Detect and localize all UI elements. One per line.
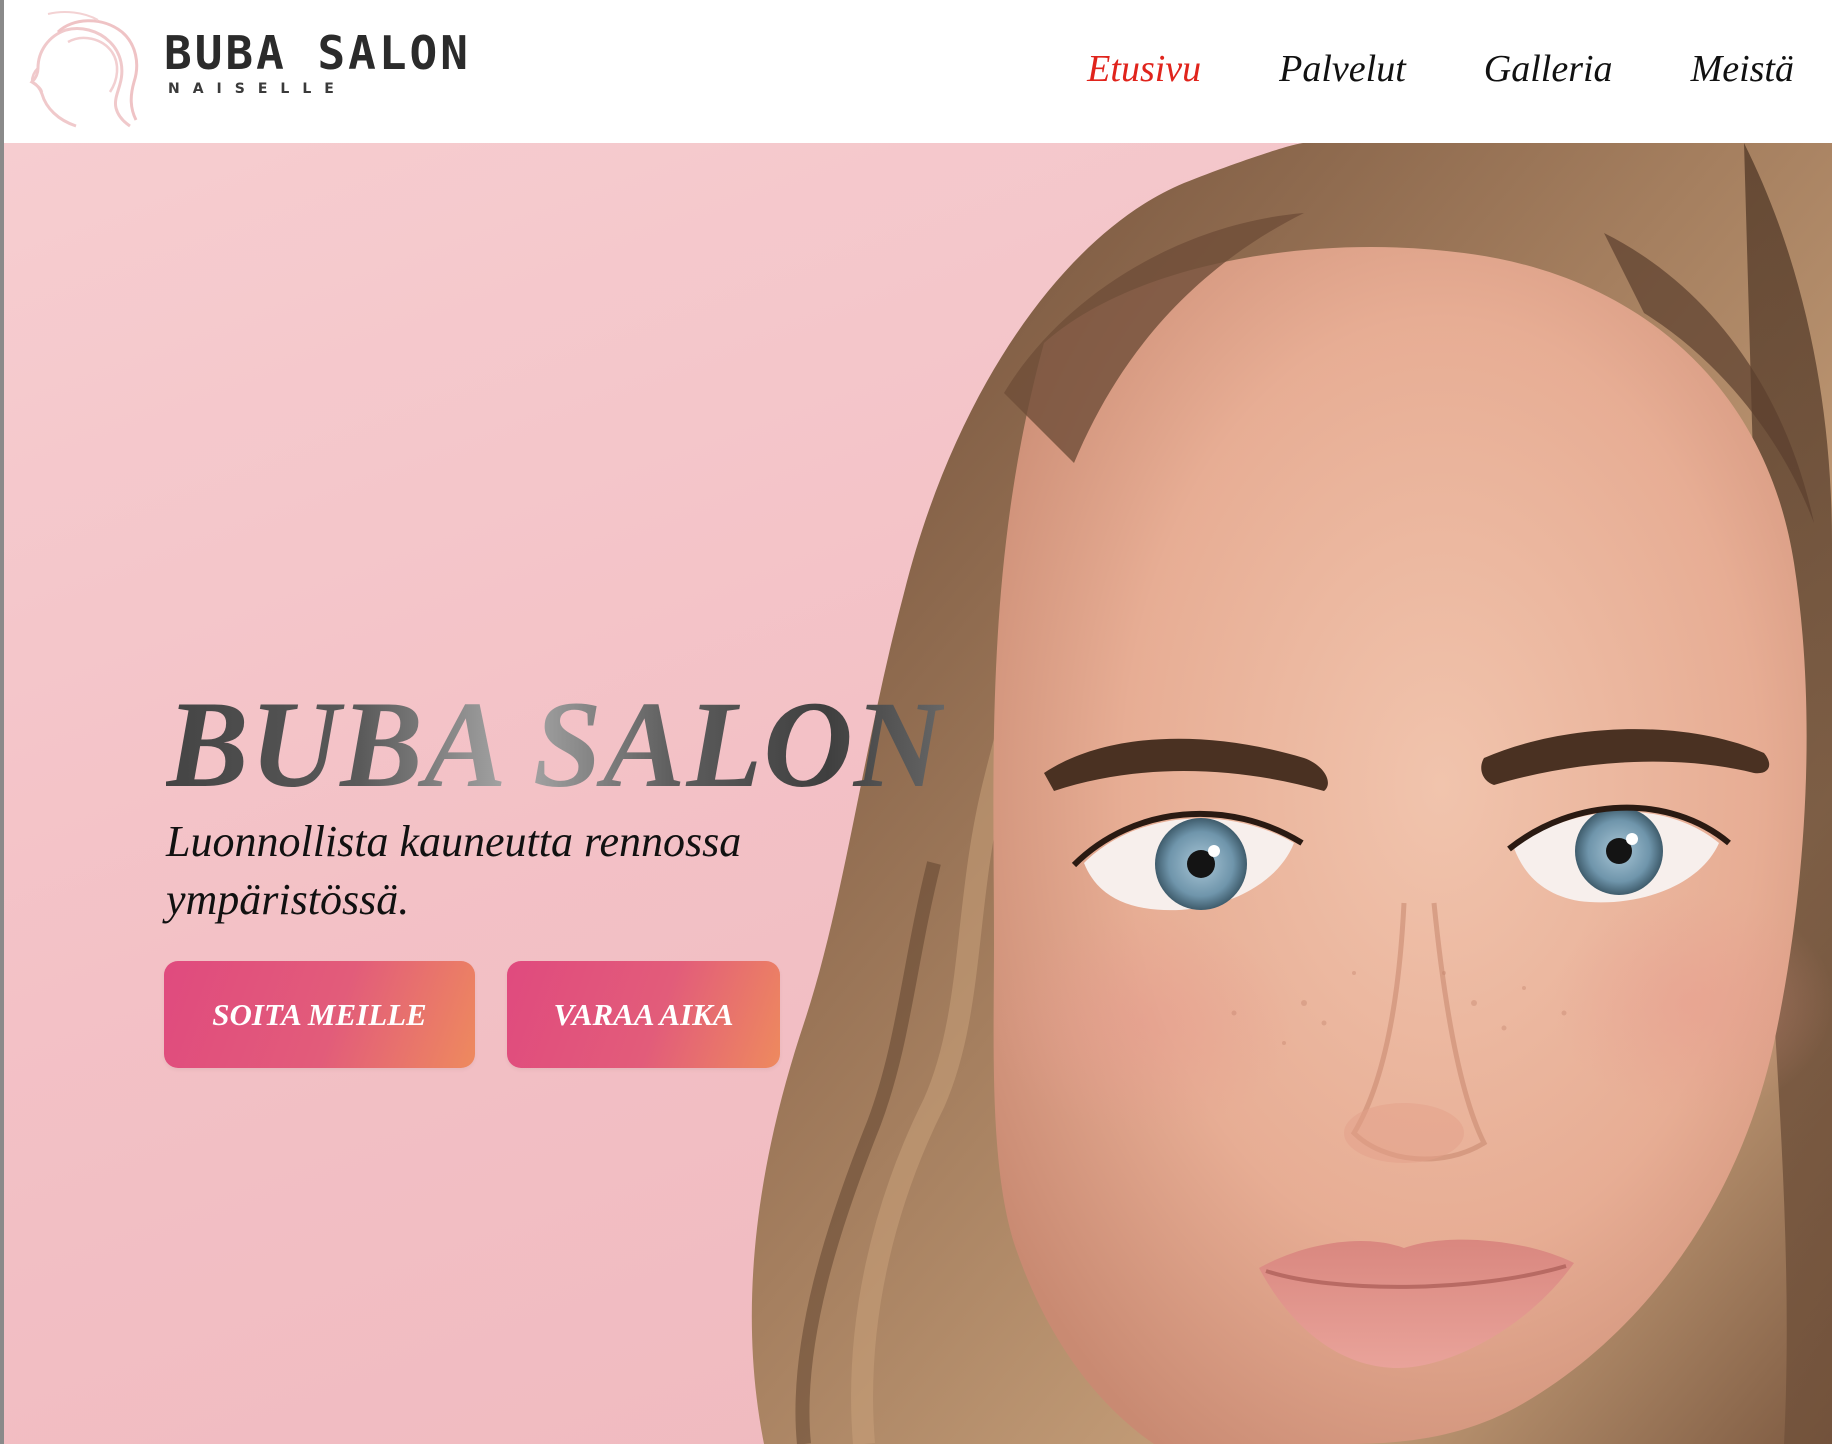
nav-item-palvelut[interactable]: Palvelut	[1279, 47, 1406, 91]
hero-title: BUBA SALON	[166, 676, 945, 813]
hero-section: BUBA SALON Luonnollista kauneutta rennos…	[4, 143, 1832, 1444]
logo-title[interactable]: BUBA SALON	[164, 30, 471, 76]
book-appointment-button[interactable]: VARAA AIKA	[507, 961, 780, 1068]
nav-item-galleria[interactable]: Galleria	[1484, 47, 1613, 91]
logo-subtitle: NAISELLE	[168, 81, 347, 97]
nav-item-etusivu[interactable]: Etusivu	[1087, 47, 1201, 91]
main-nav: Etusivu Palvelut Galleria Meistä	[1087, 44, 1832, 94]
hero-subtitle: Luonnollista kauneutta rennossa ympärist…	[166, 817, 742, 924]
site-header: BUBA SALON NAISELLE Etusivu Palvelut Gal…	[4, 0, 1832, 143]
call-us-button[interactable]: SOITA MEILLE	[164, 961, 475, 1068]
woman-profile-icon	[29, 11, 139, 128]
nav-item-meista[interactable]: Meistä	[1691, 47, 1794, 91]
